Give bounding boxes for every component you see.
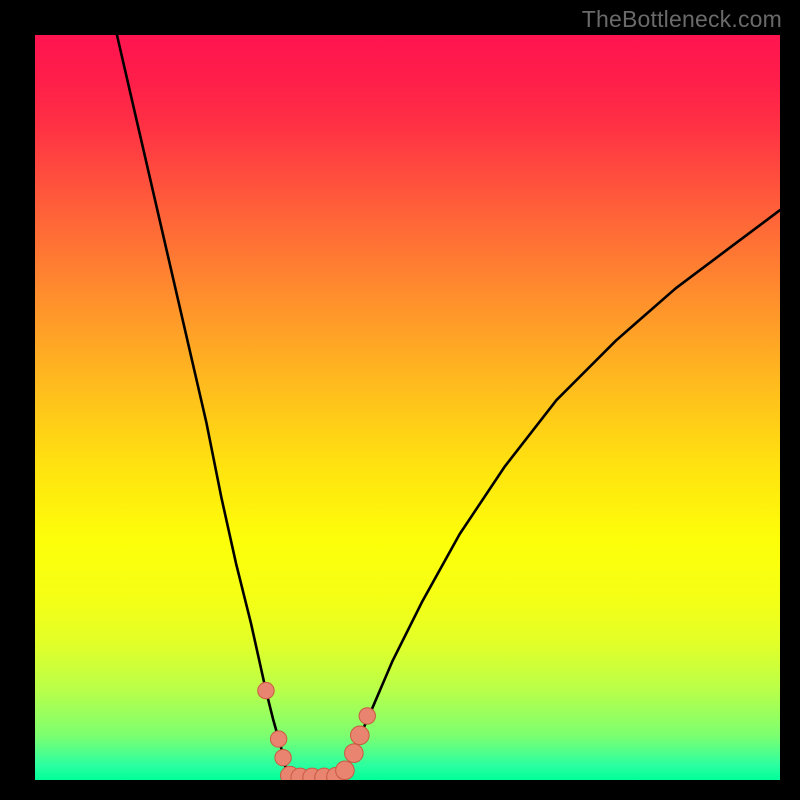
attribution-label: TheBottleneck.com (582, 6, 782, 33)
outer-frame: TheBottleneck.com (0, 0, 800, 800)
plot-area (35, 35, 780, 780)
